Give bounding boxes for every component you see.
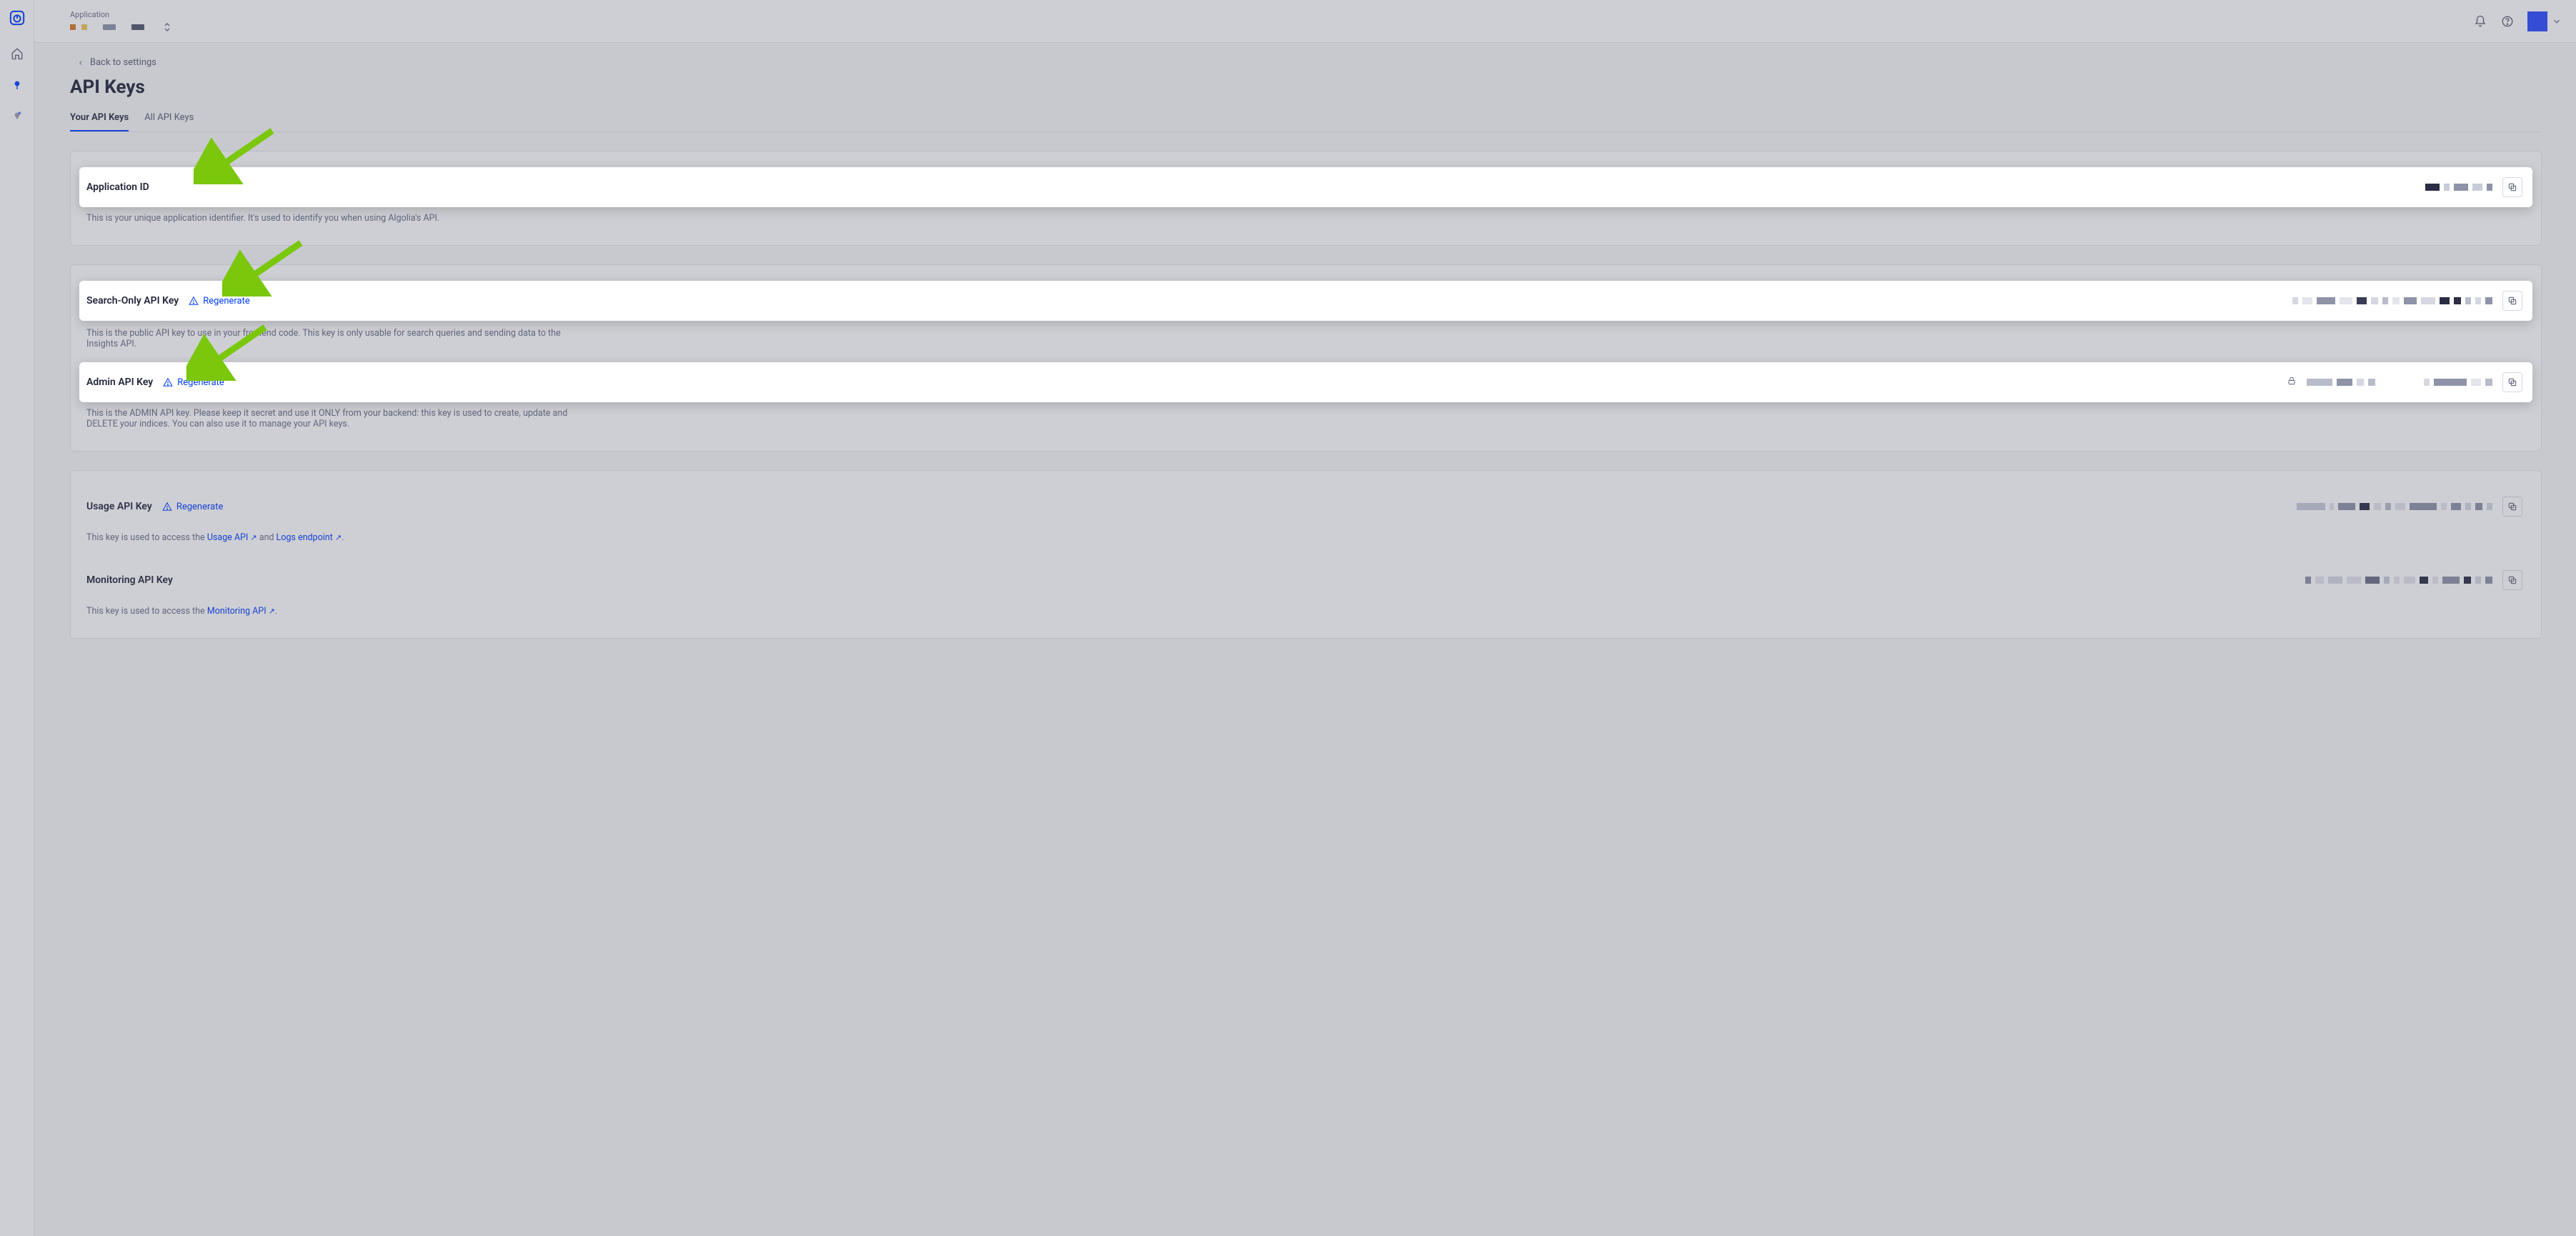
chevron-up-down-icon [163,22,171,32]
copy-usage-button[interactable] [2502,497,2522,517]
tabs: Your API Keys All API Keys [70,108,2542,132]
warning-icon [163,377,173,387]
top-bar: Application [34,0,2576,43]
back-to-settings-link[interactable]: Back to settings [77,57,156,68]
copy-search-only-button[interactable] [2502,291,2522,311]
copy-icon [2507,377,2517,387]
monitoring-title: Monitoring API Key [86,574,173,586]
lock-icon [2287,376,2297,389]
regenerate-search-only[interactable]: Regenerate [189,296,250,306]
copy-app-id-button[interactable] [2502,177,2522,197]
logs-endpoint-link[interactable]: Logs endpoint ↗ [276,532,342,543]
back-label: Back to settings [90,57,156,68]
usage-desc: This key is used to access the Usage API… [79,527,594,549]
external-link-icon: ↗ [335,533,341,542]
application-selector[interactable]: Application [70,10,171,32]
search-only-title: Search-Only API Key [86,295,179,306]
annotation-arrow [222,239,308,296]
tab-all-api-keys[interactable]: All API Keys [144,108,194,131]
card-application-id: Application ID This is your unique appli… [70,151,2542,246]
admin-title: Admin API Key [86,377,153,388]
row-search-only: Search-Only API Key Regenerate [79,281,2532,321]
row-admin: Admin API Key Regenerate [79,362,2532,402]
copy-icon [2507,296,2517,306]
monitoring-desc: This key is used to access the Monitorin… [79,600,594,622]
lightbulb-icon[interactable] [11,110,24,123]
regenerate-admin[interactable]: Regenerate [163,377,224,388]
admin-value-group2 [2424,379,2492,386]
row-monitoring: Monitoring API Key [79,560,2532,600]
algolia-logo[interactable] [9,10,25,29]
annotation-arrow [194,127,279,184]
external-link-icon: ↗ [251,533,257,542]
app-id-title: Application ID [86,181,149,193]
card-usage-monitoring: Usage API Key Regenerate [70,470,2542,639]
user-menu[interactable] [2527,11,2562,31]
regenerate-usage[interactable]: Regenerate [162,502,224,512]
warning-icon [162,502,172,512]
pin-icon[interactable] [11,79,24,91]
copy-monitoring-button[interactable] [2502,570,2522,590]
application-label: Application [70,10,171,19]
regen-label: Regenerate [176,502,224,512]
regen-label: Regenerate [177,377,224,388]
usage-value [2297,503,2492,510]
home-icon[interactable] [11,47,24,60]
usage-api-link[interactable]: Usage API ↗ [207,532,257,543]
monitoring-api-link[interactable]: Monitoring API ↗ [207,606,275,617]
bell-icon[interactable] [2473,14,2487,29]
admin-desc: This is the ADMIN API key. Please keep i… [79,402,594,435]
monitoring-value [2305,577,2492,584]
left-nav-rail [0,0,34,1236]
row-application-id: Application ID [79,167,2532,207]
chevron-left-icon [77,59,84,66]
regen-label: Regenerate [203,296,250,306]
main-content: Back to settings API Keys Your API Keys … [34,43,2576,1236]
app-id-desc: This is your unique application identifi… [79,207,594,229]
app-id-value [2425,184,2492,191]
tab-your-api-keys[interactable]: Your API Keys [70,108,129,131]
search-only-desc: This is the public API key to use in you… [79,322,594,355]
admin-value-group1 [2307,379,2375,386]
external-link-icon: ↗ [269,607,275,616]
card-search-admin: Search-Only API Key Regenerate [70,264,2542,452]
page-title: API Keys [70,76,2542,98]
copy-admin-button[interactable] [2502,372,2522,392]
search-only-value [2292,297,2492,304]
row-usage: Usage API Key Regenerate [79,487,2532,527]
copy-icon [2507,502,2517,512]
chevron-down-icon [2552,16,2562,26]
copy-icon [2507,575,2517,585]
copy-icon [2507,182,2517,192]
usage-title: Usage API Key [86,501,152,512]
help-icon[interactable] [2500,14,2515,29]
avatar [2527,11,2547,31]
warning-icon [189,296,199,306]
